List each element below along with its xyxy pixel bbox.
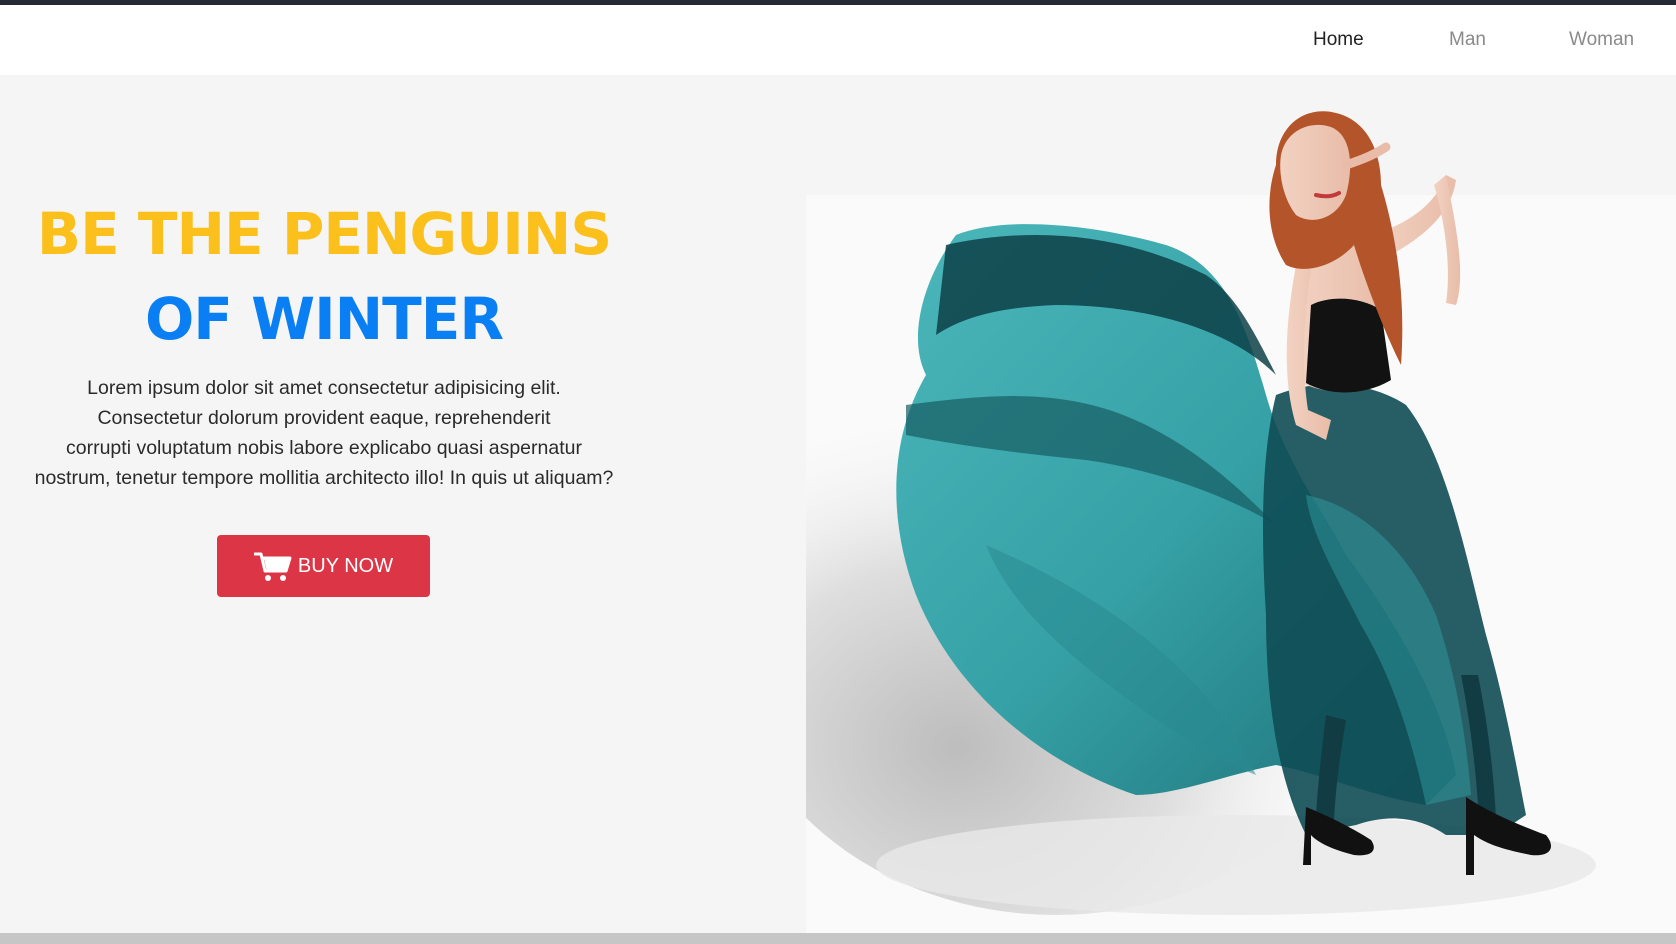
hero-section: BE THE PENGUINS OF WINTER Lorem ipsum do… <box>0 75 1676 933</box>
shopping-cart-icon <box>253 552 292 581</box>
headline-line-2: OF WINTER <box>144 285 504 353</box>
hero-description-line: Lorem ipsum dolor sit amet consectetur a… <box>87 377 561 399</box>
buy-now-button[interactable]: BUY NOW <box>217 535 430 597</box>
nav-link-home[interactable]: Home <box>1313 29 1364 51</box>
nav-link-woman[interactable]: Woman <box>1569 29 1634 51</box>
hero-description-line: corrupti voluptatum nobis labore explica… <box>66 437 582 459</box>
headline-line-1: BE THE PENGUINS <box>36 200 612 268</box>
bottom-border-strip <box>0 933 1676 944</box>
navbar: Home Man Woman <box>0 5 1676 75</box>
nav-link-man[interactable]: Man <box>1449 29 1486 51</box>
hero-model-image <box>806 111 1676 933</box>
hero-description: Lorem ipsum dolor sit amet consectetur a… <box>0 373 648 493</box>
hero-description-line: nostrum, tenetur tempore mollitia archit… <box>34 467 614 489</box>
buy-now-label: BUY NOW <box>297 554 394 577</box>
hero-description-line: Consectetur dolorum provident eaque, rep… <box>97 407 551 429</box>
